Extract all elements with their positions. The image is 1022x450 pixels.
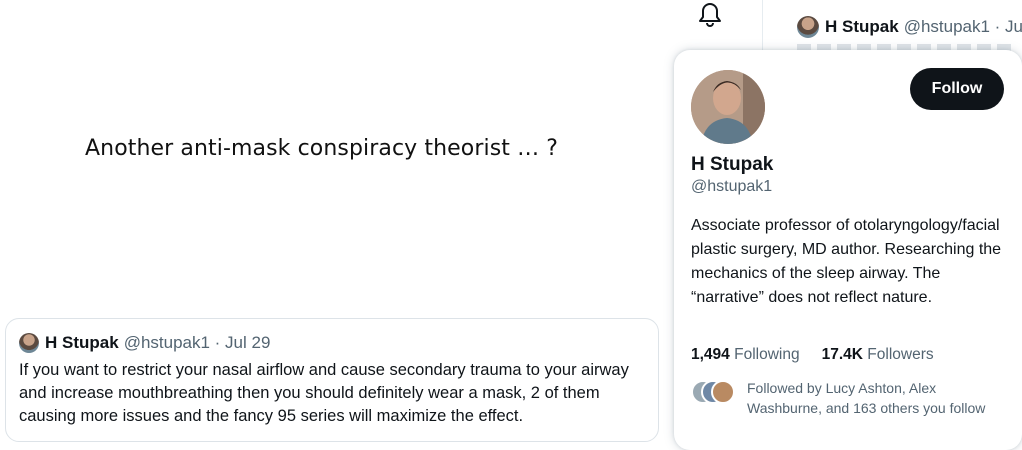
following-count: 1,494 <box>691 346 730 363</box>
avatar[interactable] <box>797 16 819 38</box>
avatar[interactable] <box>19 333 39 353</box>
followed-by[interactable]: Followed by Lucy Ashton, Alex Washburne,… <box>691 378 987 418</box>
following-link[interactable]: 1,494 Following <box>691 346 800 364</box>
profile-photo[interactable] <box>691 70 765 144</box>
author-handle-date[interactable]: @hstupak1 · Jul 29 <box>124 333 271 353</box>
author-name[interactable]: H Stupak <box>45 333 119 353</box>
profile-stats: 1,494 Following 17.4K Followers <box>691 346 956 364</box>
caption-text: Another anti-mask conspiracy theorist … … <box>85 136 559 161</box>
profile-name[interactable]: H Stupak <box>691 154 773 176</box>
followers-label: Followers <box>867 346 934 363</box>
profile-hover-card: Follow H Stupak @hstupak1 Associate prof… <box>674 50 1022 450</box>
followers-count: 17.4K <box>821 346 863 363</box>
author-name[interactable]: H Stupak <box>825 17 899 37</box>
profile-handle[interactable]: @hstupak1 <box>691 178 772 196</box>
follow-button[interactable]: Follow <box>910 68 1004 110</box>
tweet-card[interactable]: H Stupak @hstupak1 · Jul 29 If you want … <box>5 318 659 442</box>
tweet-text: If you want to restrict your nasal airfl… <box>19 361 629 425</box>
following-label: Following <box>734 346 800 363</box>
bell-icon[interactable] <box>695 0 725 28</box>
profile-bio: Associate professor of otolaryngology/fa… <box>691 217 1002 306</box>
author-handle[interactable]: @hstupak1 · Jul <box>904 17 1022 37</box>
followers-link[interactable]: 17.4K Followers <box>822 346 934 364</box>
followed-by-text: Followed by Lucy Ashton, Alex Washburne,… <box>747 380 986 416</box>
followers-avatars <box>691 380 735 404</box>
